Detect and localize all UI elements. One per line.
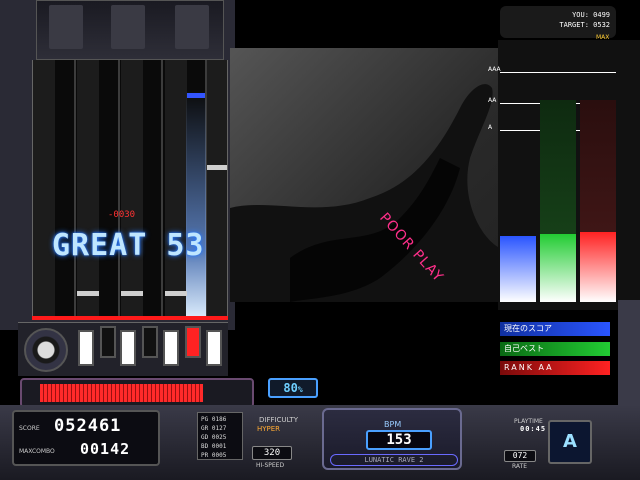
- turntable-icon: [24, 328, 68, 372]
- current-score-bar: [500, 236, 536, 302]
- side-frame: [618, 300, 640, 410]
- current-rank: A: [548, 420, 592, 464]
- lane-7: [165, 60, 187, 320]
- note: [207, 165, 227, 170]
- legend-current-score: 現在のスコア: [500, 322, 610, 336]
- playtime-label: PLAYTIME: [514, 418, 543, 425]
- playtime-box: PLAYTIME 00:45: [470, 414, 545, 444]
- key-5: [163, 330, 179, 366]
- bga-video: [230, 48, 500, 302]
- cover-slot: [111, 5, 145, 49]
- difficulty-value: HYPER: [257, 425, 281, 433]
- rate-value: 072: [504, 450, 536, 462]
- score-value: 052461: [54, 416, 122, 436]
- key-1: [78, 330, 94, 366]
- judge-row-bd: BD 0001: [201, 443, 227, 450]
- gauge-percent-value: 80: [283, 381, 298, 395]
- key-beam: [186, 90, 206, 320]
- score-label: SCORE: [19, 425, 40, 432]
- grade-line-aaa: [500, 72, 616, 73]
- judge-row-pg: PG 0186: [201, 416, 227, 423]
- key-4: [142, 326, 158, 358]
- lane-cover: [36, 0, 224, 60]
- gauge-percent: 80%: [268, 378, 318, 398]
- legend-rank-target: RANK AA: [500, 361, 610, 375]
- lane-1: [33, 60, 55, 320]
- key-2: [100, 326, 116, 358]
- you-row: YOU: 0499: [572, 11, 610, 19]
- judge-counts: PG 0186 GR 0127 GD 0025 BD 0001 PR 0005: [197, 412, 243, 460]
- app-name: LUNATIC RAVE 2: [330, 454, 458, 466]
- max-label: MAX: [596, 34, 610, 41]
- combo-count: 53: [166, 228, 205, 263]
- timing-offset: -0030: [108, 210, 136, 220]
- difficulty-label: DIFFICULTY: [259, 416, 299, 424]
- judgement-text: GREAT: [52, 228, 148, 263]
- note: [121, 291, 143, 296]
- key-6-pressed: [185, 326, 201, 358]
- difficulty-box: DIFFICULTY HYPER: [245, 414, 325, 444]
- lane-divider: [118, 60, 120, 320]
- maxcombo-label: MAXCOMBO: [19, 448, 55, 455]
- playtime-value: 00:45: [520, 425, 547, 433]
- hispeed-value: 320: [252, 446, 292, 460]
- silhouette-image: [230, 84, 500, 302]
- lane-3: [77, 60, 99, 320]
- lane-5: [121, 60, 143, 320]
- cover-slot: [49, 5, 83, 49]
- key-7: [206, 330, 222, 366]
- note: [165, 291, 187, 296]
- lane-9: [207, 60, 227, 320]
- note: [187, 93, 205, 98]
- rate-label: RATE: [512, 463, 528, 470]
- judgement-display: GREAT 53: [52, 228, 205, 263]
- key-3: [120, 330, 136, 366]
- lane-divider: [161, 60, 163, 320]
- groove-gauge-fill: [40, 384, 203, 402]
- gauge-percent-unit: %: [297, 385, 303, 394]
- judge-row-gd: GD 0025: [201, 434, 227, 441]
- bpm-value: 153: [366, 430, 432, 450]
- score-box: SCORE 052461 MAXCOMBO 00142: [12, 410, 160, 466]
- target-row: TARGET: 0532: [559, 21, 610, 29]
- grade-label-aa: AA: [488, 97, 497, 104]
- hispeed-label: HI-SPEED: [256, 462, 285, 469]
- maxcombo-value: 00142: [80, 440, 131, 458]
- cover-slot: [175, 5, 209, 49]
- lane-divider: [74, 60, 76, 320]
- judge-row-gr: GR 0127: [201, 425, 227, 432]
- grade-label-aaa: AAA: [488, 66, 501, 73]
- judge-row-pr: PR 0005: [201, 452, 227, 459]
- legend-personal-best: 自己ベスト: [500, 342, 610, 356]
- judge-line: [32, 316, 228, 320]
- note: [77, 291, 99, 296]
- best-score-bar: [540, 234, 576, 302]
- bpm-label: BPM: [384, 420, 402, 429]
- grade-label-a: A: [488, 124, 493, 131]
- rank-target-bar: [580, 232, 616, 302]
- play-lanes: [32, 60, 228, 320]
